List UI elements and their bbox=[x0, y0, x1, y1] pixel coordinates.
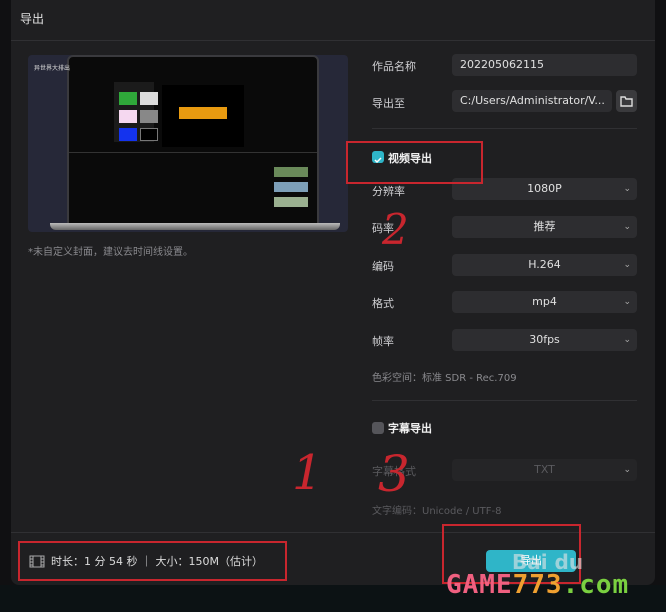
annotation-box bbox=[346, 141, 483, 184]
path-input[interactable]: C:/Users/Administrator/V... bbox=[452, 90, 612, 112]
divider bbox=[372, 400, 637, 401]
framerate-label: 帧率 bbox=[372, 335, 394, 348]
annotation-box bbox=[18, 541, 287, 581]
dialog-title: 导出 bbox=[20, 12, 45, 26]
path-label: 导出至 bbox=[372, 97, 405, 110]
color-space-text: 色彩空间：标准 SDR - Rec.709 bbox=[372, 373, 517, 384]
chevron-down-icon: ⌄ bbox=[623, 222, 631, 232]
folder-icon bbox=[620, 95, 633, 107]
subtitle-format-select[interactable]: TXT ⌄ bbox=[452, 459, 637, 481]
subtitle-export-checkbox[interactable] bbox=[372, 422, 384, 434]
name-label: 作品名称 bbox=[372, 60, 416, 73]
chevron-down-icon: ⌄ bbox=[623, 184, 631, 194]
game773-watermark: GAME773.com bbox=[446, 570, 630, 600]
text-encoding-text: 文字编码：Unicode / UTF-8 bbox=[372, 506, 502, 517]
annotation-1: 1 bbox=[292, 445, 323, 501]
screen-text: 异世界大排出 bbox=[34, 65, 71, 72]
annotation-3: 3 bbox=[378, 445, 410, 503]
codec-value: H.264 bbox=[528, 258, 561, 271]
chevron-down-icon: ⌄ bbox=[623, 465, 631, 475]
codec-select[interactable]: H.264 ⌄ bbox=[452, 254, 637, 276]
framerate-select[interactable]: 30fps ⌄ bbox=[452, 329, 637, 351]
annotation-2: 2 bbox=[382, 205, 409, 254]
folder-button[interactable] bbox=[616, 90, 637, 112]
subtitle-export-label: 字幕导出 bbox=[388, 422, 432, 435]
resolution-label: 分辨率 bbox=[372, 185, 405, 198]
framerate-value: 30fps bbox=[529, 333, 560, 346]
format-label: 格式 bbox=[372, 297, 394, 310]
chevron-down-icon: ⌄ bbox=[623, 335, 631, 345]
export-dialog: 导出 异世界大排出 *未自定义封面，建议去时间线设置。 作品名称 2022050… bbox=[11, 0, 655, 585]
bitrate-value: 推荐 bbox=[533, 220, 556, 233]
format-select[interactable]: mp4 ⌄ bbox=[452, 291, 637, 313]
laptop-base bbox=[50, 223, 340, 230]
resolution-value: 1080P bbox=[527, 182, 562, 195]
cover-caption: *未自定义封面，建议去时间线设置。 bbox=[28, 247, 193, 258]
chevron-down-icon: ⌄ bbox=[623, 297, 631, 307]
bitrate-select[interactable]: 推荐 ⌄ bbox=[452, 216, 637, 238]
subtitle-format-value: TXT bbox=[534, 463, 555, 476]
divider bbox=[372, 128, 637, 129]
divider bbox=[11, 40, 655, 41]
name-input[interactable]: 202205062115 bbox=[452, 54, 637, 76]
chevron-down-icon: ⌄ bbox=[623, 260, 631, 270]
laptop-image bbox=[67, 55, 319, 225]
codec-label: 编码 bbox=[372, 260, 394, 273]
format-value: mp4 bbox=[532, 295, 557, 308]
cover-preview[interactable]: 异世界大排出 bbox=[28, 55, 348, 232]
